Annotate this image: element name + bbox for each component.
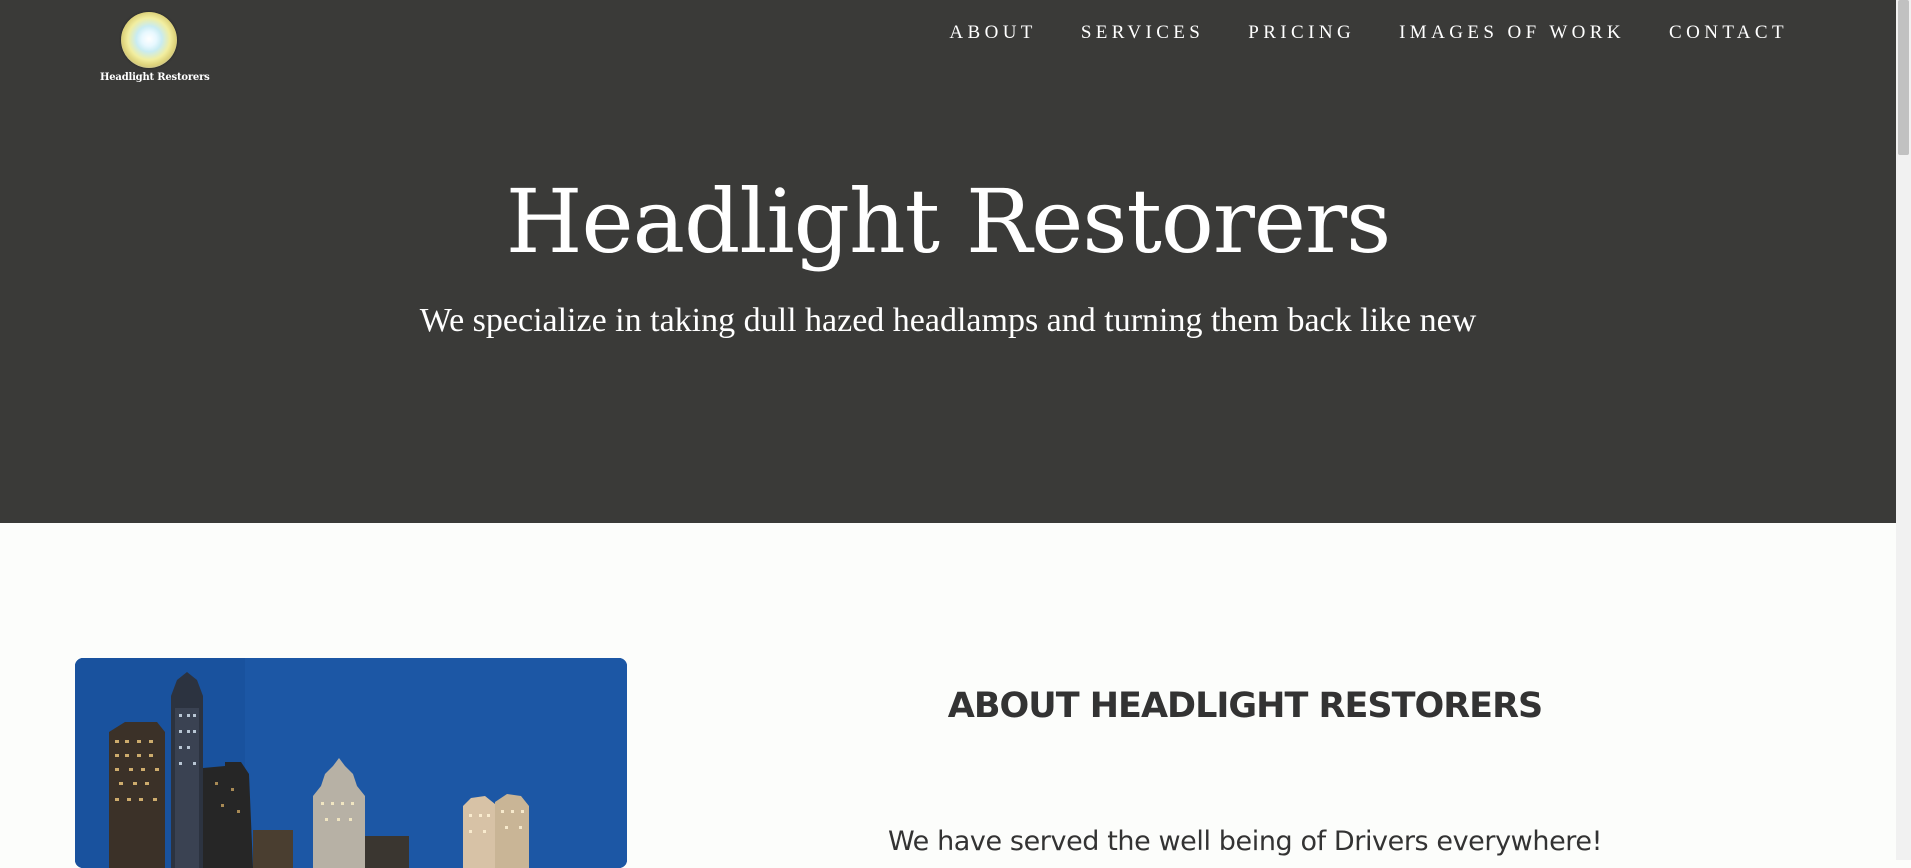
hero-section: Headlight Restorers ABOUT SERVICES PRICI… [0, 0, 1896, 523]
nav-contact[interactable]: CONTACT [1669, 22, 1788, 44]
hero-subtitle: We specialize in taking dull hazed headl… [419, 302, 1477, 339]
about-heading: ABOUT HEADLIGHT RESTORERS [947, 686, 1543, 726]
hero-title: Headlight Restorers [505, 170, 1391, 273]
logo[interactable]: Headlight Restorers [100, 12, 210, 83]
nav-pricing[interactable]: PRICING [1248, 22, 1355, 44]
nav-images-of-work[interactable]: IMAGES OF WORK [1399, 22, 1625, 44]
logo-text: Headlight Restorers [100, 72, 210, 83]
scrollbar-thumb[interactable] [1898, 0, 1909, 155]
main-nav: ABOUT SERVICES PRICING IMAGES OF WORK CO… [905, 22, 1788, 44]
city-skyline-photo [75, 658, 627, 868]
about-text: We have served the well being of Drivers… [887, 826, 1603, 857]
headlight-logo-icon [121, 12, 177, 68]
city-skyline-image [75, 658, 627, 868]
page-scrollbar[interactable] [1896, 0, 1911, 860]
nav-about[interactable]: ABOUT [949, 22, 1036, 44]
nav-services[interactable]: SERVICES [1081, 22, 1204, 44]
